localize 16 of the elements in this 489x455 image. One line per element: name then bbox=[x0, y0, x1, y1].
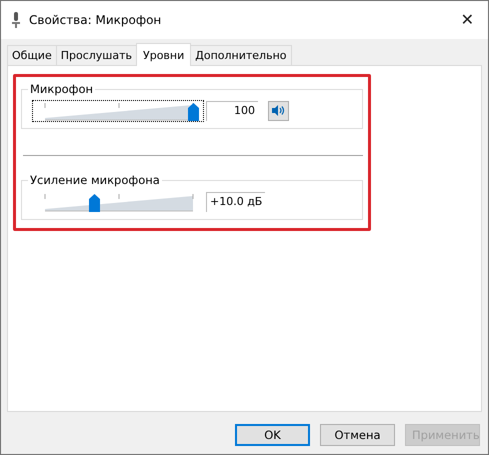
dialog-button[interactable]: OK bbox=[235, 424, 310, 446]
tab[interactable]: Дополнительно bbox=[190, 44, 292, 65]
value-field: +10.0 дБ bbox=[206, 192, 266, 212]
slider-thumb[interactable] bbox=[88, 194, 100, 212]
value-field: 100 bbox=[206, 100, 258, 121]
group-title: Усиление микрофона bbox=[28, 172, 162, 187]
window-title: Свойства: Микрофон bbox=[29, 12, 162, 27]
group-title: Микрофон bbox=[28, 82, 96, 96]
speaker-icon bbox=[272, 105, 285, 116]
microphone-icon bbox=[11, 12, 21, 28]
close-button[interactable]: ✕ bbox=[456, 10, 478, 30]
mute-button[interactable] bbox=[268, 100, 289, 121]
slider-thumb[interactable] bbox=[188, 102, 199, 121]
tab[interactable]: Общие bbox=[7, 44, 57, 65]
dialog-button[interactable]: Отмена bbox=[320, 424, 395, 446]
tab[interactable]: Уровни bbox=[136, 42, 192, 66]
